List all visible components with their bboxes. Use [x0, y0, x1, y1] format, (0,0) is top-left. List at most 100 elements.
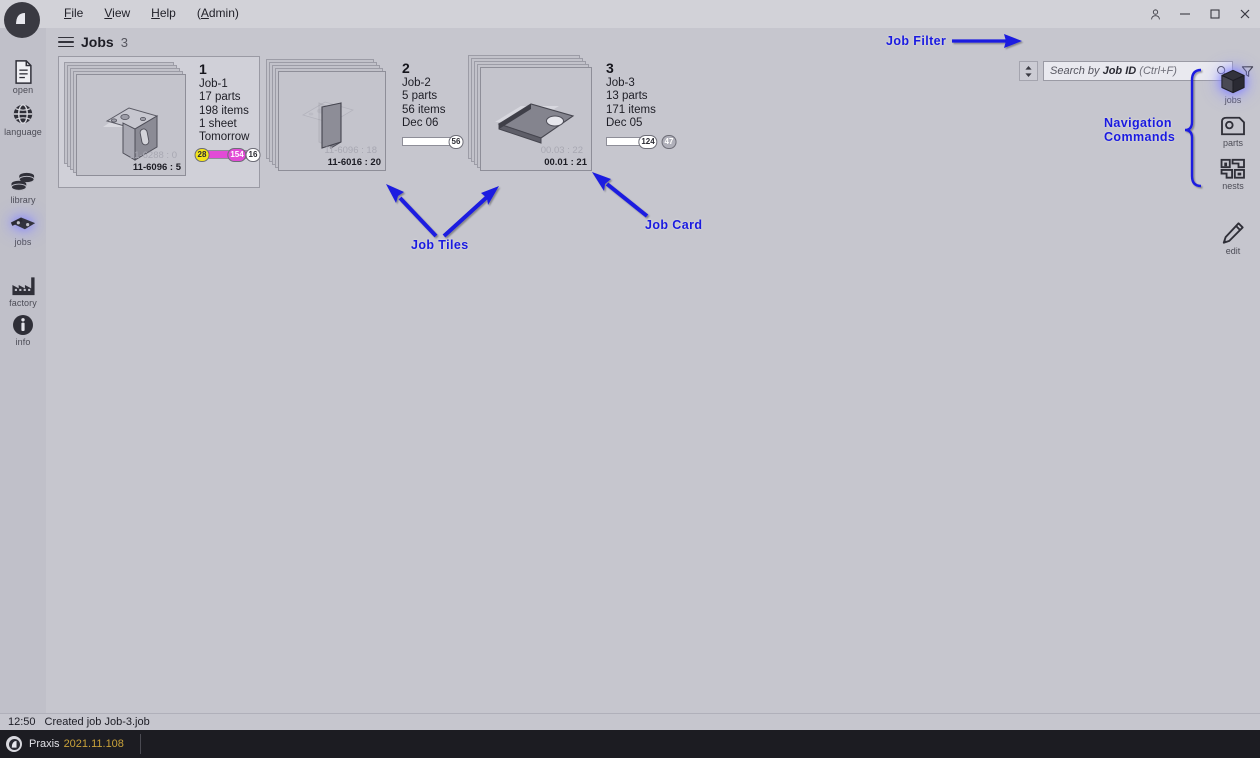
nav-label-nests: nests — [1222, 181, 1244, 191]
job-tile-1-number: 1 — [199, 61, 207, 77]
sort-updown-icon[interactable] — [1019, 61, 1038, 81]
window-controls — [1140, 0, 1260, 28]
taskbar-app-name[interactable]: Praxis — [29, 738, 60, 750]
taskbar-divider — [139, 734, 141, 754]
jobs-count: 3 — [120, 34, 128, 50]
sidebar-item-library[interactable]: library — [0, 168, 46, 205]
minimize-button[interactable] — [1170, 0, 1200, 28]
nav-label-jobs: jobs — [1224, 95, 1242, 105]
job-tile-2[interactable]: 11-6096 : 18 11-6016 : 20 2 Job-2 5 part… — [266, 56, 464, 188]
annotation-job-card: Job Card — [645, 218, 703, 232]
factory-icon — [0, 271, 46, 297]
job-tile-2-name: Job-2 — [402, 77, 431, 89]
title-bar: FFileile View Help (Admin) — [0, 0, 1260, 28]
pencil-icon — [1210, 219, 1256, 245]
menu-file[interactable]: FFileile — [62, 5, 85, 21]
job-tile-1-progress[interactable]: 28 154 16 — [194, 147, 261, 162]
search-placeholder: Search by Job ID (Ctrl+F) — [1050, 65, 1177, 77]
job-tile-2-parts: 5 parts — [402, 90, 438, 103]
status-bar: 12:50 Created job Job-3.job — [0, 713, 1260, 730]
job-tile-3-thumbnail: 00.03 : 22 00.01 : 21 — [468, 55, 602, 181]
job-tile-1-thumb-id: 11-6096 : 5 — [132, 162, 181, 173]
job-tile-1-chip-1: 154 — [227, 147, 247, 162]
taskbar-app-version: 2021.11.108 — [63, 738, 124, 750]
sidebar-item-info[interactable]: info — [0, 310, 46, 347]
sidebar-label-info: info — [15, 337, 31, 347]
taskbar: Praxis 2021.11.108 — [0, 730, 1260, 758]
nest-icon — [1210, 154, 1256, 180]
job-tile-3[interactable]: 00.03 : 22 00.01 : 21 3 Job-3 13 parts 1… — [468, 55, 677, 188]
job-tile-3-due: Dec 05 — [606, 116, 643, 129]
sidebar-label-factory: factory — [9, 298, 37, 308]
job-tile-1-thumbnail: 11-6288 : 0 11-6096 : 5 — [64, 62, 194, 184]
nav-item-parts[interactable]: parts — [1210, 111, 1256, 148]
job-tile-1-chip-2: 16 — [245, 147, 261, 162]
jobs-header: Jobs 3 — [58, 34, 128, 50]
sidebar-item-factory[interactable]: factory — [0, 271, 46, 308]
job-tile-1-due: Tomorrow — [199, 131, 250, 144]
menu-help[interactable]: Help — [149, 5, 178, 21]
job-tile-1[interactable]: 11-6288 : 0 11-6096 : 5 1 Job-1 17 parts… — [58, 56, 261, 188]
box-icon — [1210, 68, 1256, 94]
nav-item-jobs[interactable]: jobs — [1210, 68, 1256, 105]
sidebar-item-language[interactable]: language — [0, 100, 46, 137]
job-tile-2-info: 2 Job-2 5 parts 56 items Dec 06 56 — [402, 60, 464, 149]
ticket-icon — [0, 210, 46, 236]
job-tile-2-thumb-id: 11-6016 : 20 — [327, 157, 381, 168]
job-tile-3-thumb-id-ghost: 00.03 : 22 — [540, 145, 583, 156]
nav-label-edit: edit — [1225, 246, 1241, 256]
close-button[interactable] — [1230, 0, 1260, 28]
annotation-job-filter: Job Filter — [886, 34, 947, 48]
info-icon — [0, 310, 46, 336]
menu-admin[interactable]: (Admin) — [195, 5, 241, 21]
job-tile-2-number: 2 — [402, 60, 410, 76]
job-tile-2-thumb-id-ghost: 11-6096 : 18 — [324, 145, 377, 156]
job-tile-1-sheets: 1 sheet — [199, 117, 237, 130]
job-tile-1-thumb-id-ghost: 11-6288 : 0 — [129, 150, 177, 161]
job-tile-2-progress[interactable]: 56 — [402, 134, 464, 149]
sidebar-label-jobs: jobs — [14, 237, 32, 247]
job-tile-3-name: Job-3 — [606, 77, 635, 89]
status-time: 12:50 — [8, 716, 36, 728]
hamburger-icon[interactable] — [58, 36, 74, 48]
annotation-job-tiles: Job Tiles — [411, 238, 469, 252]
job-tile-3-chip-0: 124 — [638, 134, 658, 149]
job-tile-2-chip-0: 56 — [448, 134, 464, 149]
job-tile-1-items: 198 items — [199, 104, 249, 117]
account-icon[interactable] — [1140, 0, 1170, 28]
job-tile-3-progress[interactable]: 124 47 — [606, 134, 677, 149]
annotation-navigation-commands-line1: Navigation — [1104, 116, 1172, 130]
nav-item-nests[interactable]: nests — [1210, 154, 1256, 191]
application-window: FFileile View Help (Admin) — [0, 0, 1260, 758]
job-tile-3-parts: 13 parts — [606, 90, 648, 103]
coins-icon — [0, 168, 46, 194]
job-tile-1-chip-0: 28 — [194, 147, 210, 162]
sidebar-item-open[interactable]: open — [0, 58, 46, 95]
menu-view[interactable]: View — [102, 5, 132, 21]
maximize-button[interactable] — [1200, 0, 1230, 28]
job-tile-2-due: Dec 06 — [402, 116, 439, 129]
job-tile-2-items: 56 items — [402, 103, 446, 116]
document-icon — [0, 58, 46, 84]
nav-item-edit[interactable]: edit — [1210, 219, 1256, 256]
search-input[interactable]: Search by Job ID (Ctrl+F) — [1043, 61, 1233, 81]
job-tile-1-info: 1 Job-1 17 parts 198 items 1 sheet Tomor… — [194, 61, 261, 162]
page-title: Jobs — [81, 34, 114, 50]
annotation-navigation-commands-line2: Commands — [1104, 130, 1176, 144]
taskbar-app-icon[interactable] — [6, 736, 22, 752]
sidebar-label-language: language — [4, 127, 42, 137]
status-message: Created job Job-3.job — [44, 716, 150, 728]
job-tile-2-thumbnail: 11-6096 : 18 11-6016 : 20 — [266, 59, 396, 181]
job-tile-3-chip-1: 47 — [661, 134, 677, 149]
sidebar-item-jobs[interactable]: jobs — [0, 210, 46, 247]
nav-label-parts: parts — [1222, 138, 1243, 148]
left-sidebar: open language library jobs factory info — [0, 28, 46, 730]
main-content: Jobs 3 11-6288: 0 11-6096: 5 1 Job-1 1… — [46, 28, 1260, 730]
job-tile-3-number: 3 — [606, 60, 614, 76]
part-icon — [1210, 111, 1256, 137]
job-tile-3-items: 171 items — [606, 103, 656, 116]
app-logo-icon[interactable] — [4, 2, 40, 38]
annotation-navigation-commands: Navigation Commands — [1104, 116, 1194, 144]
job-tile-3-info: 3 Job-3 13 parts 171 items Dec 05 124 47 — [606, 60, 677, 149]
globe-icon — [0, 100, 46, 126]
